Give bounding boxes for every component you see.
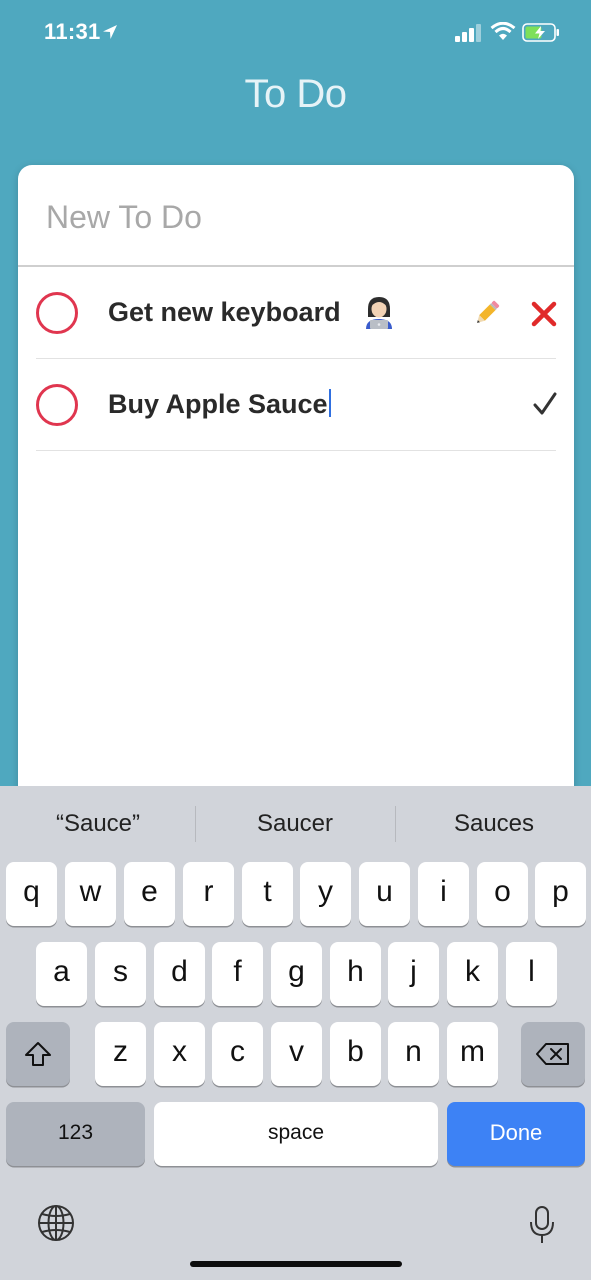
suggestion-item[interactable]: Saucer — [197, 810, 393, 838]
status-bar: 11:31 — [0, 0, 591, 64]
close-icon[interactable] — [531, 301, 557, 327]
globe-icon[interactable] — [36, 1203, 76, 1243]
key-e[interactable]: e — [124, 862, 175, 926]
key-k[interactable]: k — [447, 942, 498, 1006]
key-y[interactable]: y — [300, 862, 351, 926]
todo-item-edit-text[interactable]: Buy Apple Sauce — [108, 389, 331, 420]
todo-item[interactable]: Get new keyboard — [36, 267, 557, 359]
battery-charging-icon — [522, 23, 559, 42]
key-o[interactable]: o — [477, 862, 528, 926]
todo-card: Get new keyboard Buy Apple Sauce — [18, 165, 574, 805]
shift-icon — [25, 1042, 51, 1066]
key-j[interactable]: j — [388, 942, 439, 1006]
space-key[interactable]: space — [154, 1102, 438, 1166]
todo-item[interactable]: Buy Apple Sauce — [36, 359, 558, 451]
done-key[interactable]: Done — [447, 1102, 585, 1166]
keyboard: “Sauce” Saucer Sauces q w e r t y u i o … — [0, 786, 591, 1280]
cellular-signal-icon — [455, 24, 481, 42]
key-q[interactable]: q — [6, 862, 57, 926]
complete-toggle-circle[interactable] — [36, 384, 78, 426]
backspace-key[interactable] — [521, 1022, 585, 1086]
key-m[interactable]: m — [447, 1022, 498, 1086]
home-indicator[interactable] — [190, 1261, 402, 1267]
app-title: To Do — [244, 72, 348, 116]
todo-item-text: Get new keyboard — [108, 297, 341, 327]
key-u[interactable]: u — [359, 862, 410, 926]
key-i[interactable]: i — [418, 862, 469, 926]
backspace-icon — [536, 1043, 569, 1065]
key-t[interactable]: t — [242, 862, 293, 926]
suggestion-bar: “Sauce” Saucer Sauces — [0, 786, 591, 862]
key-a[interactable]: a — [36, 942, 87, 1006]
suggestion-item[interactable]: Sauces — [396, 810, 591, 838]
shift-key[interactable] — [6, 1022, 70, 1086]
key-d[interactable]: d — [154, 942, 205, 1006]
complete-toggle-circle[interactable] — [36, 292, 78, 334]
key-c[interactable]: c — [212, 1022, 263, 1086]
key-w[interactable]: w — [65, 862, 116, 926]
suggestion-divider — [195, 806, 196, 842]
key-z[interactable]: z — [95, 1022, 146, 1086]
key-v[interactable]: v — [271, 1022, 322, 1086]
key-n[interactable]: n — [388, 1022, 439, 1086]
status-time: 11:31 — [44, 19, 101, 44]
key-l[interactable]: l — [506, 942, 557, 1006]
numbers-key[interactable]: 123 — [6, 1102, 145, 1166]
suggestion-item[interactable]: “Sauce” — [0, 810, 196, 838]
new-todo-input[interactable] — [46, 195, 526, 239]
pencil-icon[interactable] — [473, 299, 501, 327]
new-todo-row — [18, 165, 574, 267]
key-b[interactable]: b — [330, 1022, 381, 1086]
text-caret — [328, 389, 331, 417]
todo-item-text: Buy Apple Sauce — [108, 389, 328, 419]
key-p[interactable]: p — [535, 862, 586, 926]
technologist-emoji-icon — [366, 297, 392, 329]
key-h[interactable]: h — [330, 942, 381, 1006]
wifi-icon — [490, 22, 516, 40]
location-arrow-icon — [103, 25, 117, 39]
checkmark-icon[interactable] — [532, 391, 558, 417]
key-r[interactable]: r — [183, 862, 234, 926]
key-g[interactable]: g — [271, 942, 322, 1006]
microphone-icon[interactable] — [528, 1205, 556, 1245]
key-s[interactable]: s — [95, 942, 146, 1006]
key-x[interactable]: x — [154, 1022, 205, 1086]
key-f[interactable]: f — [212, 942, 263, 1006]
